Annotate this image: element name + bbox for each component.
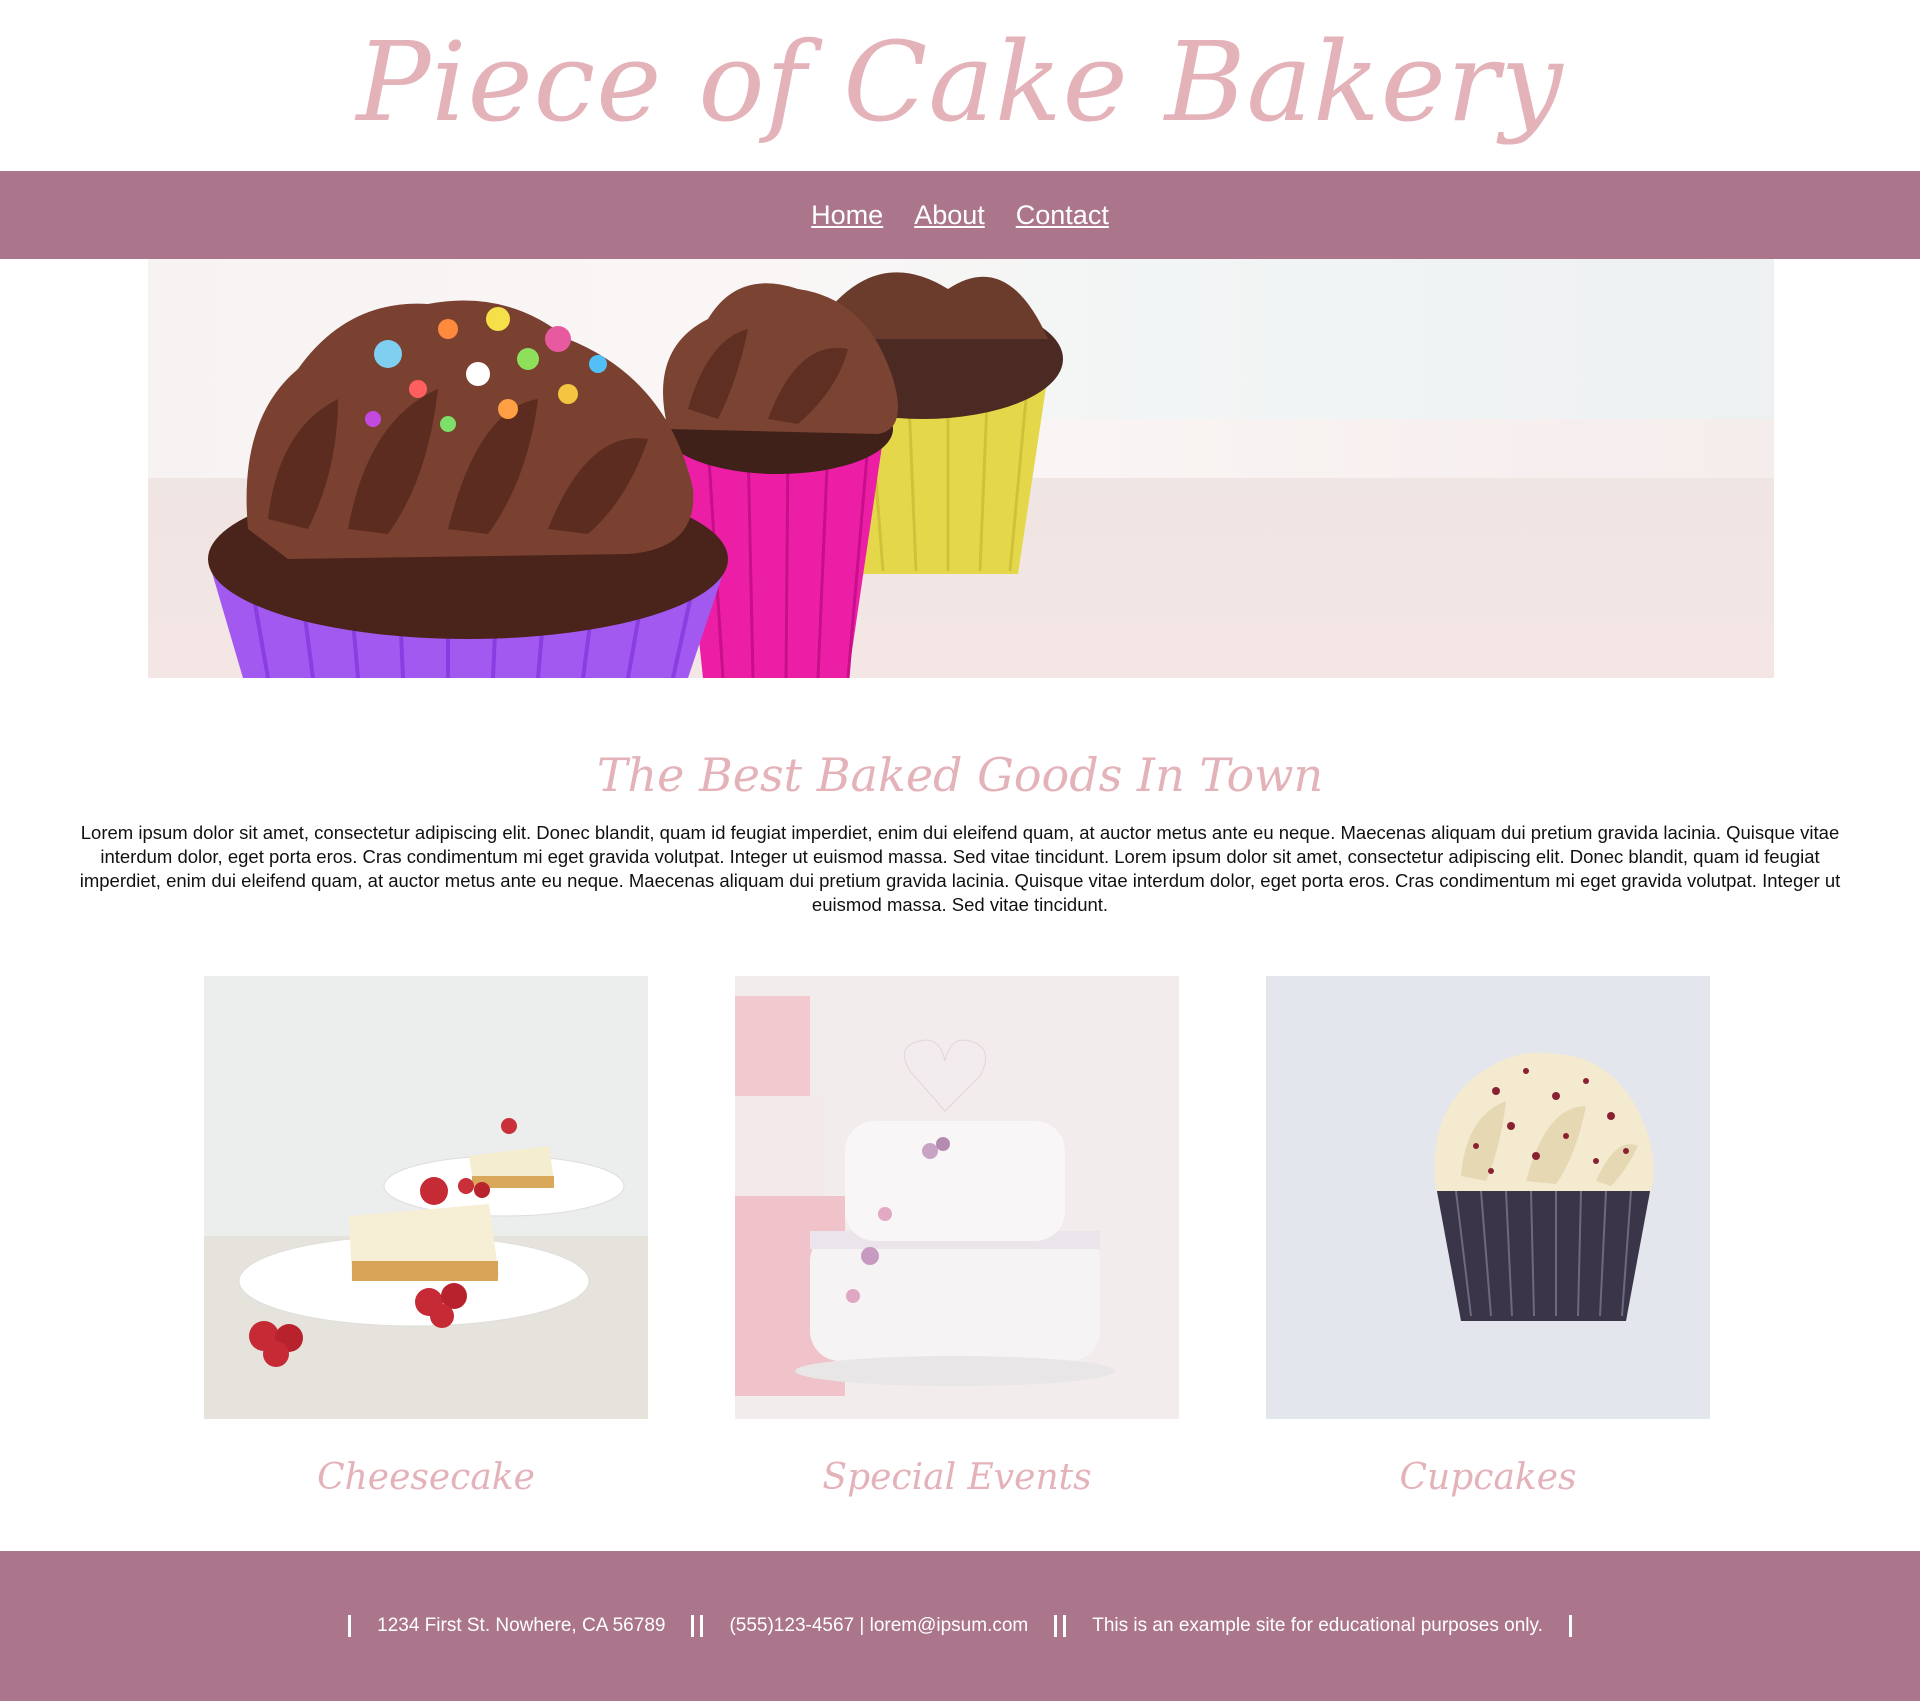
cheesecake-illustration bbox=[204, 1118, 648, 1419]
nav-home-link[interactable]: Home bbox=[811, 200, 883, 231]
section-heading: The Best Baked Goods In Town bbox=[596, 748, 1324, 802]
feature-caption-special-events: Special Events bbox=[822, 1457, 1092, 1498]
feature-card-cheesecake[interactable]: Cheesecake bbox=[204, 976, 648, 1498]
wedding-cake-illustration bbox=[735, 976, 1179, 1419]
cupcakes-image[interactable] bbox=[1266, 976, 1710, 1419]
nav-about-link[interactable]: About bbox=[914, 200, 985, 231]
footer-note: This is an example site for educational … bbox=[1063, 1615, 1572, 1637]
cupcake-illustration bbox=[1434, 1052, 1654, 1321]
feature-card-special-events[interactable]: Special Events bbox=[735, 976, 1179, 1498]
feature-caption-cheesecake: Cheesecake bbox=[317, 1457, 535, 1498]
nav-contact-link[interactable]: Contact bbox=[1016, 200, 1109, 231]
main-nav: Home About Contact bbox=[0, 171, 1920, 259]
site-title: Piece of Cake Bakery bbox=[356, 18, 1564, 146]
site-header: Piece of Cake Bakery bbox=[0, 0, 1920, 171]
feature-gallery: Cheesecake Special Events Cupcakes bbox=[0, 976, 1920, 1536]
feature-card-cupcakes[interactable]: Cupcakes bbox=[1266, 976, 1710, 1498]
intro-paragraph: Lorem ipsum dolor sit amet, consectetur … bbox=[79, 822, 1841, 916]
feature-caption-cupcakes: Cupcakes bbox=[1399, 1457, 1577, 1498]
footer-contact: (555)123-4567 | lorem@ipsum.com bbox=[700, 1615, 1058, 1637]
cheesecake-image[interactable] bbox=[204, 976, 648, 1419]
site-footer: 1234 First St. Nowhere, CA 56789 (555)12… bbox=[0, 1551, 1920, 1701]
special-events-image[interactable] bbox=[735, 976, 1179, 1419]
hero-image-cupcakes bbox=[148, 259, 1774, 678]
footer-address: 1234 First St. Nowhere, CA 56789 bbox=[348, 1615, 695, 1637]
hero-cupcakes-illustration bbox=[208, 272, 1063, 678]
